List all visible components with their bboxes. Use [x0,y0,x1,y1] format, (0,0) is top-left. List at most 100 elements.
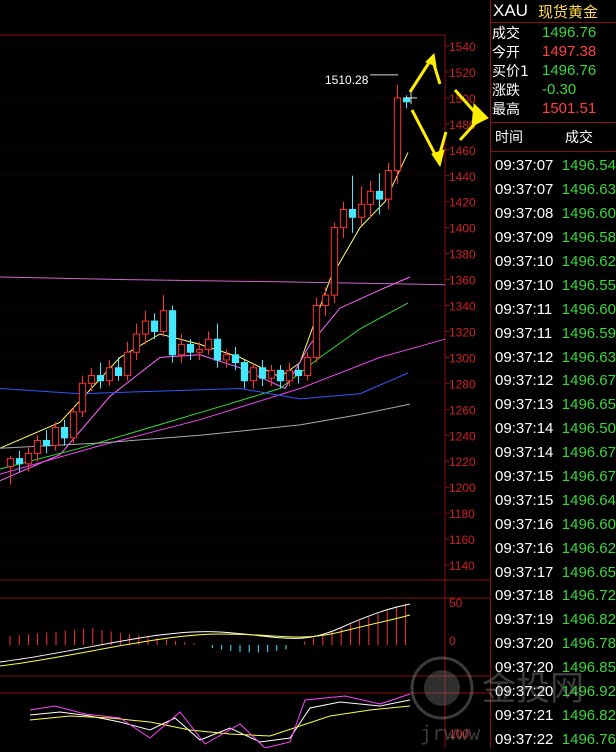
tick-row: 09:37:07 1496.63 [491,178,616,202]
y-tick-label: 1200 [449,481,476,495]
macd-axis-label: 50 [449,596,463,610]
symbol-code: XAU [493,1,528,20]
candle-body [294,369,303,377]
tick-row: 09:37:20 1496.92 [491,680,616,704]
kdj-j-line [29,693,411,748]
tick-price: 1496.76 [561,730,616,748]
candle-body [339,208,348,229]
kline-chart[interactable]: 1540 1520 1500 1480 1460 1440 1420 1400 1380 1360… [0,0,490,748]
tick-price: 1496.60 [561,515,616,533]
quote-value: 1496.76 [542,62,597,79]
candle-body [375,190,384,200]
tick-header-price: 成交 [565,130,593,146]
tick-price: 1496.82 [561,611,616,629]
kdj-axis-label: 100 [449,727,469,741]
tick-price: 1496.63 [561,348,616,366]
candle-body [132,333,141,353]
quote-panel: XAU 现货黄金 成交 1496.76 今开 1497.38 买价1 1496.76 涨跌 -… [490,0,616,748]
tick-list: 09:37:07 1496.54 09:37:07 1496.63 09:37:08 14… [491,152,616,751]
candle-body [249,367,258,382]
quote-value: 1496.76 [542,24,597,41]
tick-time: 09:37:08 [495,205,554,223]
candle-body [285,369,294,382]
quote-row: 成交 1496.76 [491,23,616,42]
y-tick-label: 1140 [449,559,475,573]
tick-time: 09:37:17 [495,563,554,581]
quote-label: 最高 [492,101,520,118]
quote-label: 今开 [492,44,520,61]
tick-time: 09:37:11 [495,300,553,318]
tick-price: 1496.67 [561,444,616,462]
candle-body [6,458,15,467]
quote-value: -0.30 [542,81,577,98]
tick-row: 09:37:16 1496.62 [491,536,616,560]
tick-row: 09:37:12 1496.67 [491,369,616,393]
y-tick-label: 1460 [449,144,476,158]
tick-time: 09:37:19 [495,611,554,629]
candle-body [366,190,375,205]
arrow-right-icon [471,102,489,127]
tick-time: 09:37:12 [495,372,554,390]
tick-time: 09:37:09 [495,229,554,247]
macd-axis-label: 0 [449,634,456,648]
tick-row: 09:37:14 1496.50 [491,417,616,441]
candle-body [159,310,168,332]
candle-body [150,320,159,332]
candle-body [15,458,24,465]
tick-time: 09:37:12 [495,348,554,366]
quote-value: 1501.51 [542,100,597,117]
y-tick-label: 1440 [449,170,476,184]
tick-time: 09:37:16 [495,515,554,533]
tick-row: 09:37:12 1496.63 [491,345,616,369]
y-tick-label: 1420 [449,196,476,210]
tick-time: 09:37:14 [495,420,554,438]
tick-time: 09:37:22 [495,730,554,748]
tick-row: 09:37:20 1496.78 [491,632,616,656]
candle-body [195,349,204,353]
candle-body [69,411,78,439]
tick-time: 09:37:20 [495,635,554,653]
tick-row: 09:37:14 1496.67 [491,441,616,465]
y-tick-label: 1520 [449,66,476,80]
tick-time: 09:37:07 [495,181,554,199]
tick-price: 1496.60 [561,205,616,223]
tick-row: 09:37:15 1496.67 [491,465,616,489]
candle-body [204,338,213,351]
candle-body [78,382,87,413]
tick-price: 1496.72 [561,587,616,605]
tick-time: 09:37:18 [495,587,554,605]
y-tick-label: 1380 [449,248,476,262]
symbol-header[interactable]: XAU 现货黄金 [491,0,616,23]
tick-price: 1496.62 [561,253,616,270]
quote-row: 今开 1497.38 [491,42,616,61]
quote-label: 涨跌 [492,82,520,99]
tick-row: 09:37:19 1496.82 [491,608,616,632]
tick-row: 09:37:11 1496.59 [491,321,616,345]
tick-time: 09:37:16 [495,539,554,557]
candle-body [303,356,312,377]
y-tick-label: 1300 [449,351,476,365]
candle-body [60,426,69,439]
ma-line [0,276,446,286]
candle-body [51,426,60,447]
quote-label: 成交 [492,25,520,42]
candle-body [33,439,42,454]
tick-time: 09:37:10 [495,253,554,270]
tick-price: 1496.85 [561,659,616,677]
candle-body [384,170,393,200]
tick-price: 1496.65 [561,563,616,581]
quote-value: 1497.38 [542,43,597,60]
candle-body [141,320,150,335]
tick-time: 09:37:11 [495,324,553,342]
candle-body [393,97,402,172]
tick-row: 09:37:08 1496.60 [491,202,616,226]
ma-line [0,372,409,400]
candle-body [330,227,339,296]
tick-time: 09:37:20 [495,659,554,677]
candle-body [177,343,186,356]
y-tick-label: 1540 [449,40,476,54]
candle-body [24,452,33,465]
tick-row: 09:37:17 1496.65 [491,560,616,584]
tick-row: 09:37:10 1496.55 [491,273,616,297]
candle-body [87,375,96,384]
